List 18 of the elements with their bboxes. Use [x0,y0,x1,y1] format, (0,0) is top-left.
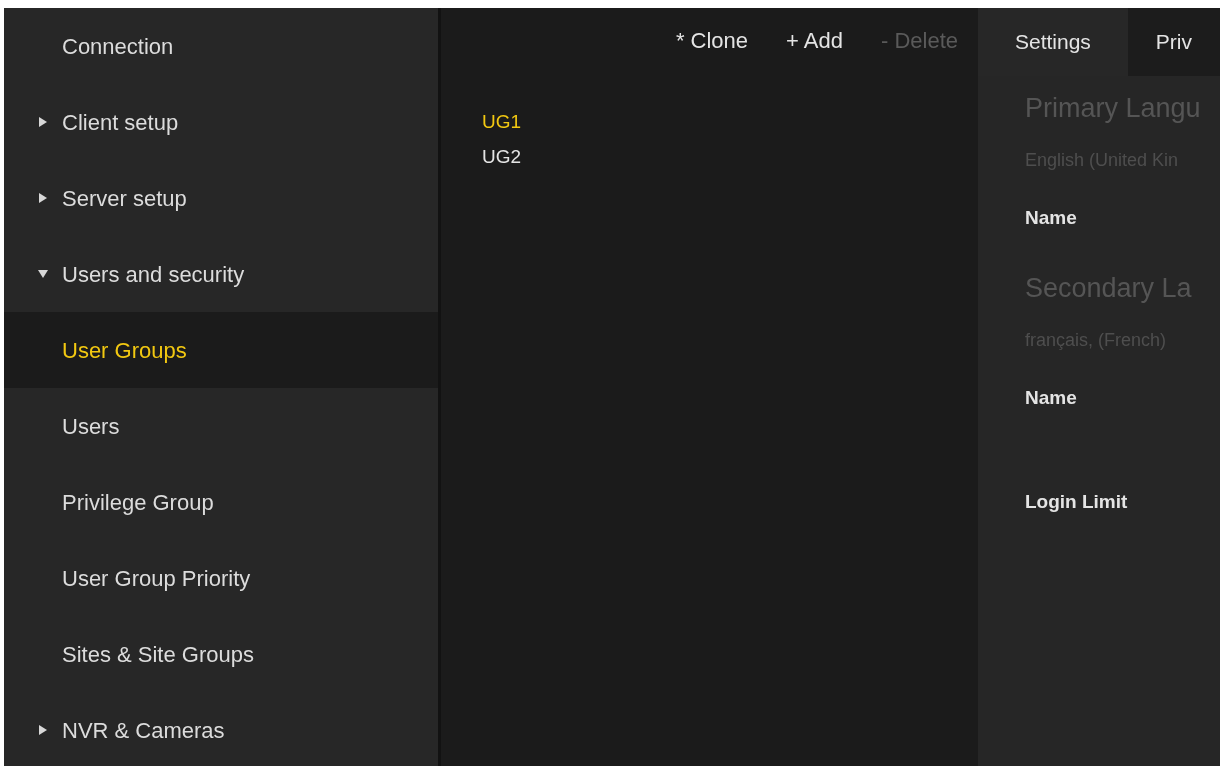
sidebar-item[interactable]: Users and security [4,236,438,312]
sidebar-item[interactable]: User Groups [4,312,438,388]
field-label: Name [1025,385,1078,410]
sidebar-item[interactable]: Client setup [4,84,438,160]
sidebar-item[interactable]: User Group Priority [4,540,438,616]
toolbar-button[interactable]: + Add [786,23,843,57]
field-label: Name [1025,205,1078,230]
toolbar-button[interactable]: * Clone [675,23,749,57]
sidebar-item[interactable]: NVR & Cameras [4,692,438,766]
tab[interactable]: Priv [1127,8,1220,76]
group-item[interactable]: UG2 [482,142,522,171]
sidebar-item[interactable]: Users [4,388,438,464]
sidebar-item[interactable]: Server setup [4,160,438,236]
sidebar-item[interactable]: Privilege Group [4,464,438,540]
sidebar-item[interactable]: Sites & Site Groups [4,616,438,692]
field-label: Login Limit [1025,490,1129,514]
sidebar-item[interactable]: Connection [4,8,438,84]
group-item[interactable]: UG1 [482,108,522,137]
